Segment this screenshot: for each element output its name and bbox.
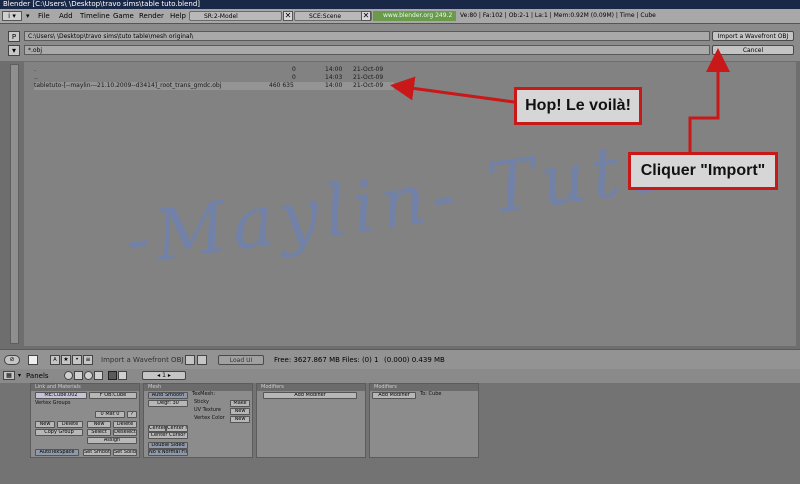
editor-type-menu-2[interactable]: ▦ xyxy=(3,371,15,380)
copy-group-button[interactable]: Copy Group xyxy=(35,429,83,436)
center-new-button[interactable]: Center New xyxy=(166,425,188,432)
material-help-button[interactable]: ? xyxy=(127,411,137,418)
window-icon[interactable] xyxy=(28,355,38,365)
add-modifier-button-2[interactable]: Add Modifier xyxy=(372,392,416,399)
material-index-field[interactable]: 0 Mat 0 xyxy=(95,411,125,418)
auto-smooth-toggle[interactable]: Auto Smooth xyxy=(148,392,188,399)
vgroup-new-button[interactable]: New xyxy=(35,421,55,428)
panel-title: Modifiers xyxy=(370,384,478,391)
frame-value: 1 xyxy=(162,372,166,379)
vgroup-delete-button[interactable]: Delete xyxy=(57,421,83,428)
object-icon[interactable] xyxy=(94,371,103,380)
material-new-button[interactable]: New xyxy=(87,421,111,428)
collapse-arrow-icon[interactable]: ▾ xyxy=(18,372,21,379)
thumbnails-icon[interactable] xyxy=(197,355,207,365)
autotexspace-toggle[interactable]: AutoTexSpace xyxy=(35,449,79,456)
material-assign-button[interactable]: Assign xyxy=(87,437,137,444)
panel-modifiers: Modifiers Add Modifier xyxy=(256,383,366,458)
free-space: Free: 3627.867 MB xyxy=(274,356,340,364)
shading-icon[interactable] xyxy=(84,371,93,380)
callout-click-import: Cliquer "Import" xyxy=(628,152,778,190)
vertex-groups-label: Vertex Groups xyxy=(35,400,71,406)
mesh-name-field[interactable]: ME:Cube.002 xyxy=(35,392,87,399)
scene-icon[interactable] xyxy=(118,371,127,380)
vcol-new-button[interactable]: New xyxy=(230,416,250,423)
editing-icon[interactable] xyxy=(108,371,117,380)
hide-dot-icon[interactable] xyxy=(185,355,195,365)
file-browser-footer: ⊘ A ★ • ≡ Import a Wavefront OBJ Load UI… xyxy=(0,349,800,370)
modifier-target-label: To: Cube xyxy=(420,391,442,397)
sticky-make-button[interactable]: Make xyxy=(230,400,250,407)
material-delete-button[interactable]: Delete xyxy=(113,421,137,428)
callout-file-found: Hop! Le voilà! xyxy=(514,87,642,125)
sort-time-icon[interactable]: ★ xyxy=(61,355,71,365)
panel-link-materials: Link and Materials ME:Cube.002 F OB:Cube… xyxy=(30,383,140,458)
vertex-color-label: Vertex Color xyxy=(194,415,225,421)
sort-ext-icon[interactable]: ≡ xyxy=(83,355,93,365)
set-solid-button[interactable]: Set Solid xyxy=(113,449,137,456)
arrow-to-file xyxy=(390,76,515,104)
add-modifier-button[interactable]: Add Modifier xyxy=(263,392,357,399)
selection-size: (0.000) 0.439 MB xyxy=(384,356,445,364)
script-icon[interactable] xyxy=(74,371,83,380)
sort-size-icon[interactable]: • xyxy=(72,355,82,365)
double-sided-toggle[interactable]: Double Sided xyxy=(148,442,188,449)
arrow-to-import xyxy=(688,48,730,152)
load-ui-toggle[interactable]: Load UI xyxy=(218,355,264,365)
texmesh-label: TexMesh: xyxy=(192,391,216,397)
set-smooth-button[interactable]: Set Smooth xyxy=(83,449,111,456)
uv-texture-label: UV Texture xyxy=(194,407,221,413)
frame-number-field[interactable]: ◂ 1 ▸ xyxy=(142,371,186,380)
object-name-field[interactable]: F OB:Cube xyxy=(89,392,137,399)
center-cursor-button[interactable]: Center Cursor xyxy=(148,432,188,439)
degree-field[interactable]: Degr: 30 xyxy=(148,400,188,407)
file-count: Files: (0) 1 xyxy=(342,356,379,364)
panel-title: Mesh xyxy=(144,384,252,391)
panel-mesh: Mesh Auto Smooth Degr: 30 Center Center … xyxy=(143,383,253,458)
logic-icon[interactable] xyxy=(64,371,73,380)
no-vnormal-flip-toggle[interactable]: No V.Normal Flip xyxy=(148,449,188,456)
uv-new-button[interactable]: New xyxy=(230,408,250,415)
operation-label: Import a Wavefront OBJ xyxy=(101,356,184,364)
material-deselect-button[interactable]: Deselect xyxy=(113,429,137,436)
center-button[interactable]: Center xyxy=(148,425,166,432)
panel-title: Modifiers xyxy=(257,384,365,391)
material-select-button[interactable]: Select xyxy=(87,429,111,436)
sort-alpha-icon[interactable]: A xyxy=(50,355,60,365)
buttons-window-header: ▦ ▾ Panels ◂ 1 ▸ xyxy=(0,369,800,384)
panel-modifiers-2: Modifiers Add Modifier To: Cube xyxy=(369,383,479,458)
sticky-label: Sticky xyxy=(194,399,209,405)
panel-title: Link and Materials xyxy=(31,384,139,391)
view-icon[interactable]: ⊘ xyxy=(4,355,20,365)
panels-label: Panels xyxy=(26,372,49,380)
